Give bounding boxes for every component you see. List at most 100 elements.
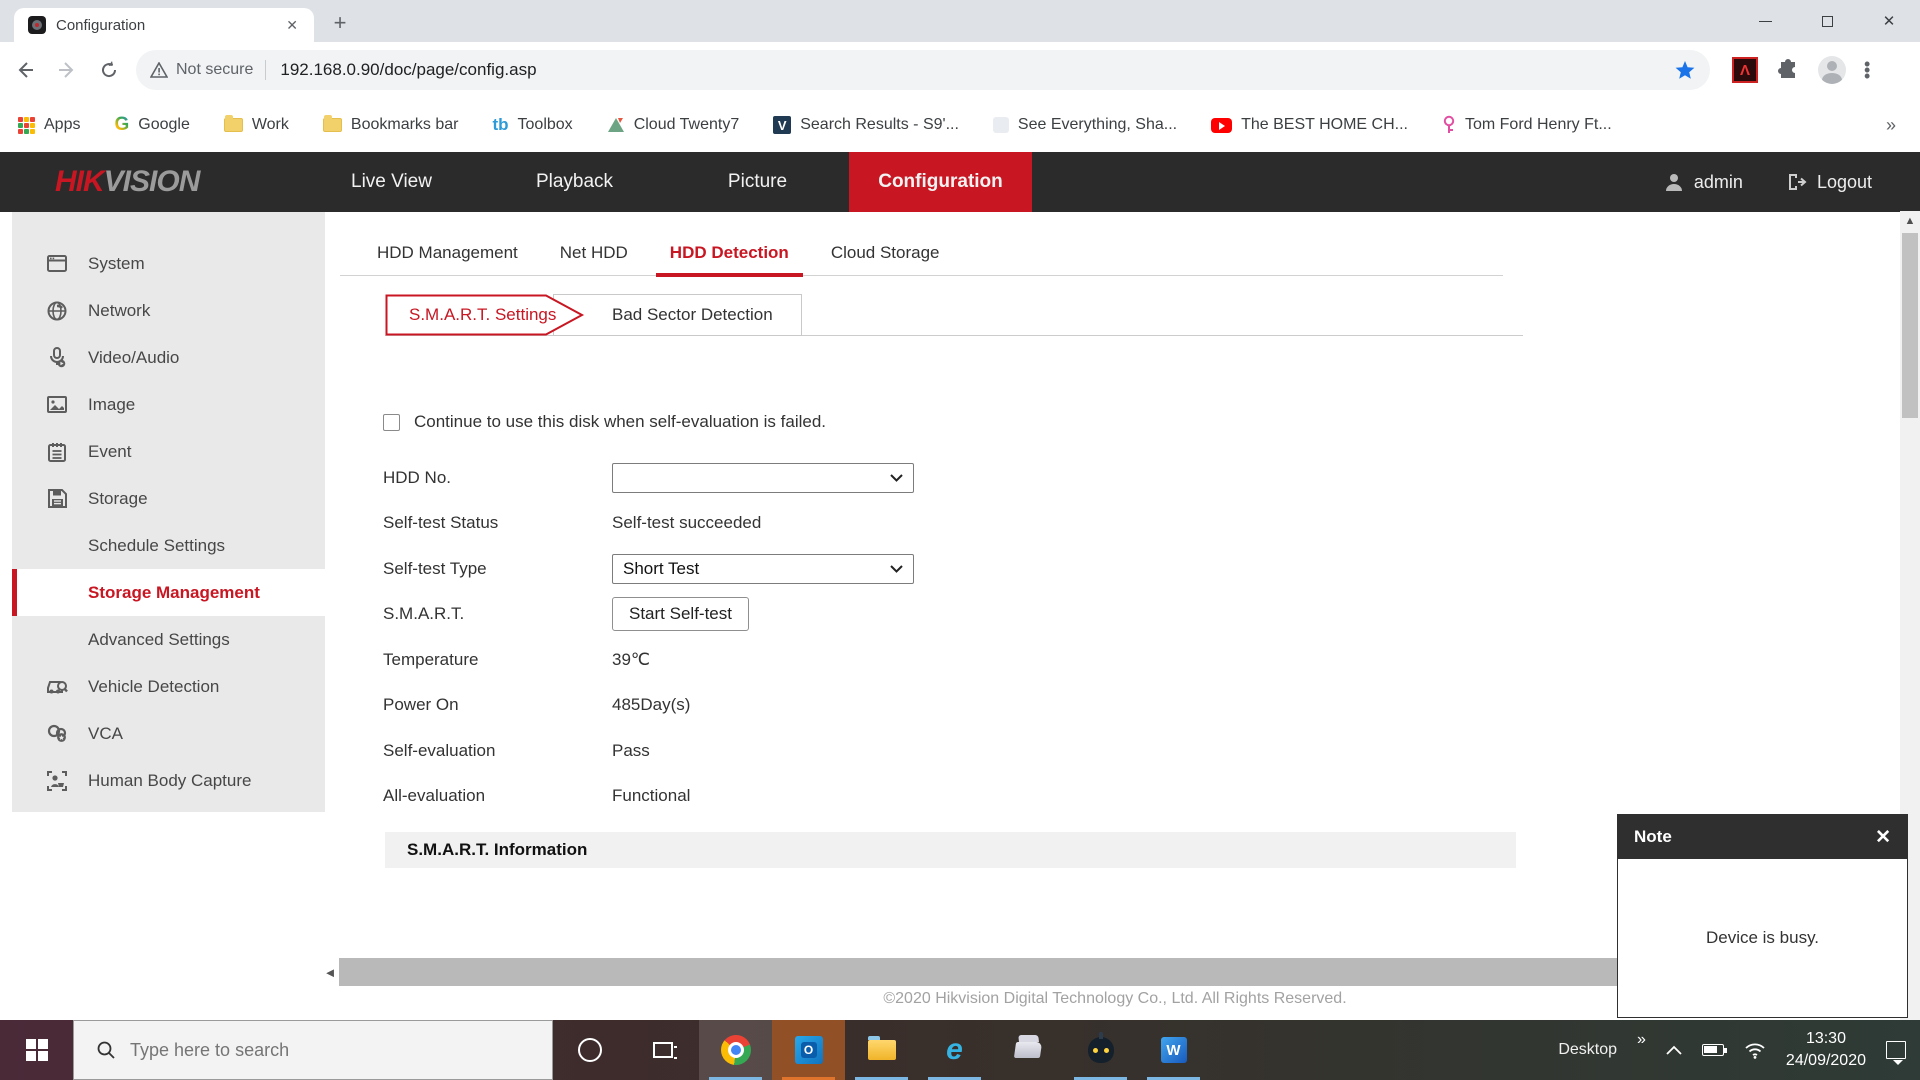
- new-tab-button[interactable]: +: [326, 10, 354, 38]
- hidden-icons-chevron[interactable]: [1666, 1045, 1682, 1055]
- url-text[interactable]: 192.168.0.90/doc/page/config.asp: [280, 60, 1666, 80]
- bookmarks-bar: Apps G Google Work Bookmarks bar tb Tool…: [0, 98, 1920, 152]
- profile-avatar[interactable]: [1818, 56, 1846, 84]
- taskbar-clock[interactable]: 13:30 24/09/2020: [1786, 1028, 1866, 1071]
- sidebar-item-schedule-settings[interactable]: Schedule Settings: [12, 522, 325, 569]
- taskbar-bot-app-button[interactable]: [1064, 1020, 1137, 1080]
- tab-net-hdd[interactable]: Net HDD: [546, 230, 642, 276]
- sidebar-item-storage-management[interactable]: Storage Management: [12, 569, 325, 616]
- extensions-puzzle-icon[interactable]: [1776, 58, 1800, 82]
- bookmark-bookmarks-bar-folder[interactable]: Bookmarks bar: [323, 116, 459, 134]
- detection-subtabs: S.M.A.R.T. Settings Bad Sector Detection: [385, 294, 1523, 336]
- start-self-test-button[interactable]: Start Self-test: [612, 597, 749, 631]
- scroll-up-arrow-icon[interactable]: ▲: [1900, 211, 1920, 231]
- tab-hdd-detection[interactable]: HDD Detection: [656, 230, 803, 276]
- tray-overflow-chevron[interactable]: »: [1637, 1031, 1646, 1049]
- taskbar-word-button[interactable]: W: [1137, 1020, 1210, 1080]
- nav-playback[interactable]: Playback: [483, 152, 666, 212]
- file-explorer-icon: [868, 1040, 896, 1060]
- taskbar-search-box[interactable]: [73, 1020, 553, 1080]
- back-button[interactable]: [8, 53, 42, 87]
- tab-hdd-management[interactable]: HDD Management: [363, 230, 532, 276]
- battery-icon[interactable]: [1702, 1044, 1724, 1056]
- sidebar-item-network[interactable]: Network: [12, 287, 325, 334]
- continue-checkbox[interactable]: [383, 414, 400, 431]
- taskbar-internet-explorer-button[interactable]: e: [918, 1020, 991, 1080]
- taskbar-outlook-button[interactable]: O: [772, 1020, 845, 1080]
- bookmark-toolbox[interactable]: tb Toolbox: [492, 115, 572, 135]
- nav-picture[interactable]: Picture: [666, 152, 849, 212]
- current-user: admin: [1664, 172, 1743, 193]
- bookmark-search-results[interactable]: V Search Results - S9'...: [773, 116, 959, 134]
- search-input[interactable]: [130, 1040, 510, 1061]
- sidebar-item-vca[interactable]: VCA: [12, 710, 325, 757]
- windows-logo-icon: [26, 1039, 48, 1061]
- note-message: Device is busy.: [1618, 859, 1907, 1017]
- forward-button[interactable]: [50, 53, 84, 87]
- note-close-icon[interactable]: ✕: [1875, 826, 1891, 849]
- event-notepad-icon: [46, 442, 68, 462]
- adobe-acrobat-extension-icon[interactable]: Λ: [1732, 57, 1758, 83]
- sidebar-item-advanced-settings[interactable]: Advanced Settings: [12, 616, 325, 663]
- bookmark-apps[interactable]: Apps: [18, 116, 80, 134]
- sidebar-item-event[interactable]: Event: [12, 428, 325, 475]
- logout-button[interactable]: Logout: [1787, 172, 1872, 193]
- tab-close-icon[interactable]: ✕: [280, 15, 304, 36]
- nav-live-view[interactable]: Live View: [300, 152, 483, 212]
- scroll-left-arrow-icon[interactable]: ◄: [322, 957, 338, 987]
- sidebar-item-human-body-capture[interactable]: Human Body Capture: [12, 757, 325, 804]
- action-center-icon[interactable]: [1886, 1041, 1906, 1059]
- bookmarks-overflow-chevron[interactable]: »: [1886, 115, 1896, 136]
- sidebar-item-system[interactable]: System: [12, 240, 325, 287]
- taskbar-snip-button[interactable]: [991, 1020, 1064, 1080]
- close-button[interactable]: ✕: [1858, 0, 1920, 42]
- omnibox-divider: [265, 60, 266, 80]
- sidebar-item-video-audio[interactable]: Video/Audio: [12, 334, 325, 381]
- taskbar-chrome-button[interactable]: [699, 1020, 772, 1080]
- wifi-icon[interactable]: [1744, 1042, 1766, 1059]
- smart-information-header: S.M.A.R.T. Information: [385, 832, 1516, 868]
- sidebar-item-storage[interactable]: Storage: [12, 475, 325, 522]
- horizontal-scrollbar-thumb[interactable]: [339, 958, 1624, 986]
- browser-menu-icon[interactable]: •••: [1864, 61, 1870, 79]
- hdd-no-select[interactable]: [612, 463, 914, 493]
- generic-favicon: [993, 117, 1009, 133]
- human-body-capture-icon: [46, 771, 68, 791]
- minimize-button[interactable]: [1734, 0, 1796, 42]
- chevron-down-icon: [890, 474, 903, 482]
- task-view-button[interactable]: [626, 1020, 699, 1080]
- browser-tab[interactable]: Configuration ✕: [14, 8, 314, 42]
- sidebar-item-vehicle-detection[interactable]: Vehicle Detection: [12, 663, 325, 710]
- task-view-icon: [653, 1042, 673, 1058]
- subtab-smart-settings[interactable]: S.M.A.R.T. Settings: [385, 294, 585, 336]
- taskbar-file-explorer-button[interactable]: [845, 1020, 918, 1080]
- tray-time: 13:30: [1786, 1028, 1866, 1050]
- note-popup-header: Note ✕: [1618, 815, 1907, 859]
- vehicle-detection-icon: [46, 678, 68, 696]
- start-button[interactable]: [0, 1020, 73, 1080]
- bookmark-cloud-twenty7[interactable]: Cloud Twenty7: [607, 116, 740, 134]
- bookmark-star-icon[interactable]: [1674, 59, 1696, 81]
- cortana-button[interactable]: [553, 1020, 626, 1080]
- self-test-status-value: Self-test succeeded: [612, 513, 761, 533]
- bookmark-work[interactable]: Work: [224, 116, 289, 134]
- vertical-scrollbar-thumb[interactable]: [1902, 233, 1918, 418]
- desktop-toolbar-label[interactable]: Desktop: [1558, 1041, 1617, 1059]
- bookmark-google[interactable]: G Google: [114, 114, 189, 136]
- omnibox[interactable]: Not secure 192.168.0.90/doc/page/config.…: [136, 50, 1710, 90]
- reload-button[interactable]: [92, 53, 126, 87]
- nav-configuration[interactable]: Configuration: [849, 152, 1032, 212]
- sidebar-item-image[interactable]: Image: [12, 381, 325, 428]
- bookmark-tom-ford[interactable]: Tom Ford Henry Ft...: [1442, 115, 1612, 135]
- all-evaluation-value: Functional: [612, 786, 690, 806]
- restore-button[interactable]: [1796, 0, 1858, 42]
- self-test-type-select[interactable]: Short Test: [612, 554, 914, 584]
- youtube-icon: [1211, 118, 1232, 133]
- security-label[interactable]: Not secure: [176, 61, 253, 79]
- tab-cloud-storage[interactable]: Cloud Storage: [817, 230, 954, 276]
- smart-form: HDD No. Self-test Status Self-test succe…: [383, 455, 1283, 819]
- bookmark-see-everything[interactable]: See Everything, Sha...: [993, 116, 1177, 134]
- bookmark-best-home[interactable]: The BEST HOME CH...: [1211, 116, 1408, 134]
- subtab-bad-sector-detection[interactable]: Bad Sector Detection: [553, 294, 802, 336]
- continue-checkbox-label: Continue to use this disk when self-eval…: [414, 412, 826, 432]
